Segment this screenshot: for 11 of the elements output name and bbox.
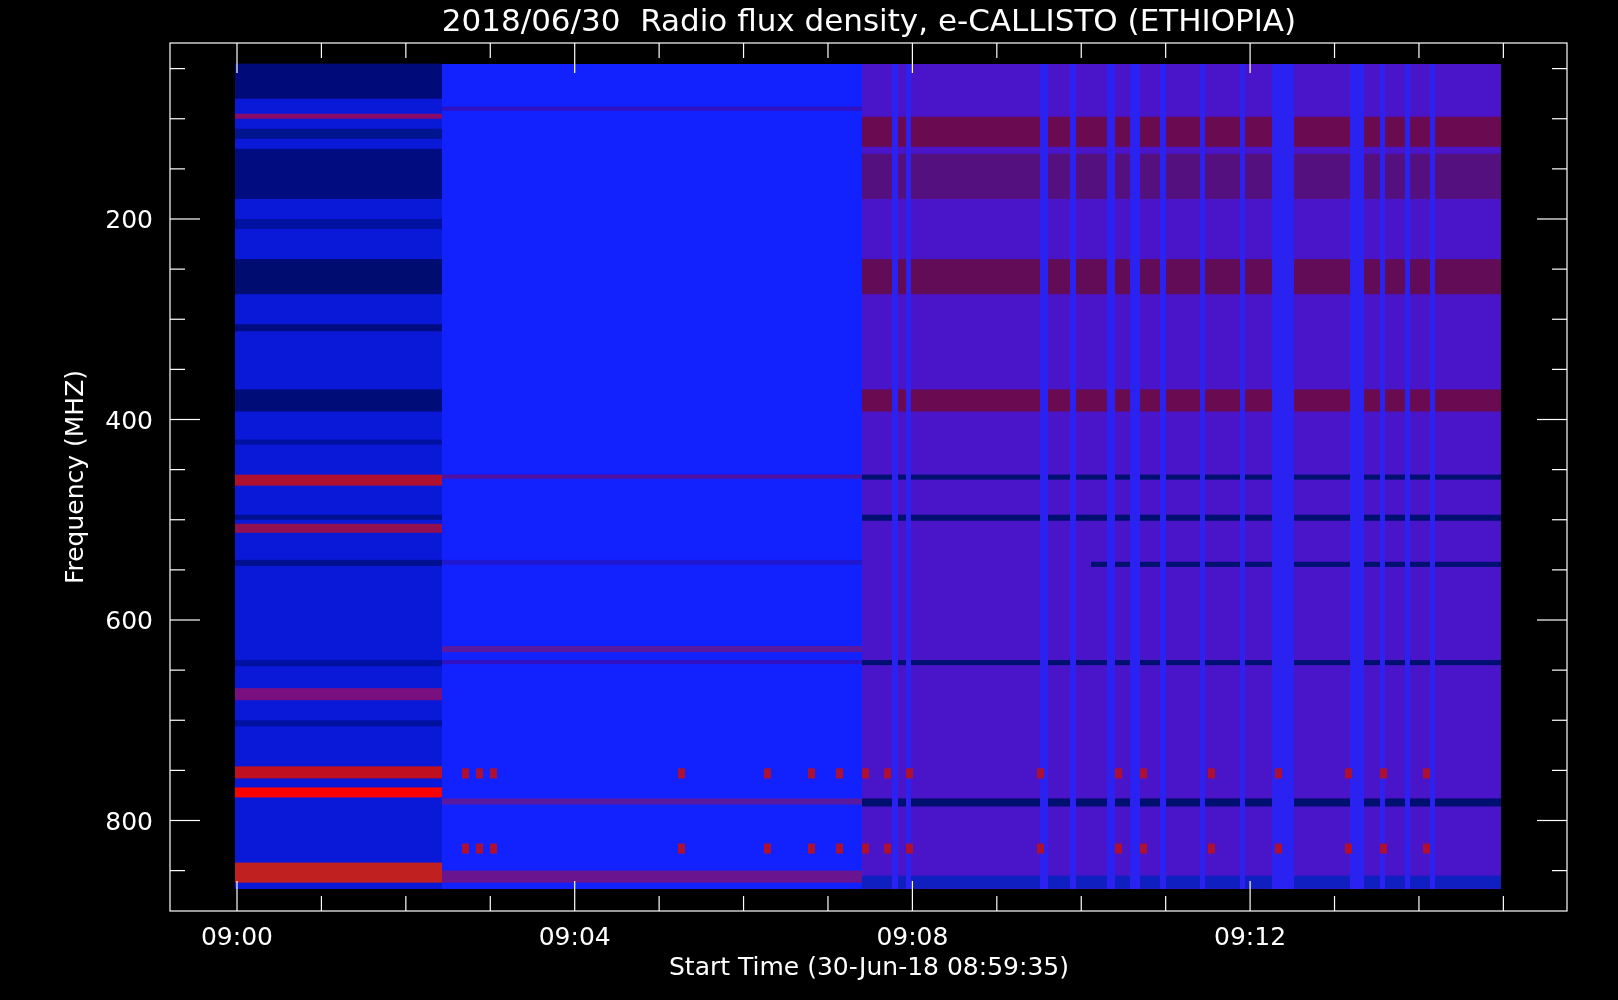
- x-tick-label: 09:00: [201, 922, 273, 951]
- y-tick-label: 800: [105, 806, 153, 836]
- x-tick-label: 09:08: [876, 922, 949, 951]
- x-axis-label: Start Time (30-Jun-18 08:59:35): [669, 952, 1069, 981]
- x-tick-label: 09:04: [538, 922, 611, 951]
- y-tick-label: 400: [105, 405, 153, 435]
- chart-title: 2018/06/30 Radio flux density, e-CALLISTO (ETHIOPIA): [441, 2, 1297, 38]
- y-tick-label: 600: [105, 606, 153, 635]
- x-tick-label: 09:12: [1214, 922, 1287, 951]
- y-axis-label: Frequency (MHZ): [60, 369, 89, 585]
- y-tick-label: 200: [105, 205, 153, 234]
